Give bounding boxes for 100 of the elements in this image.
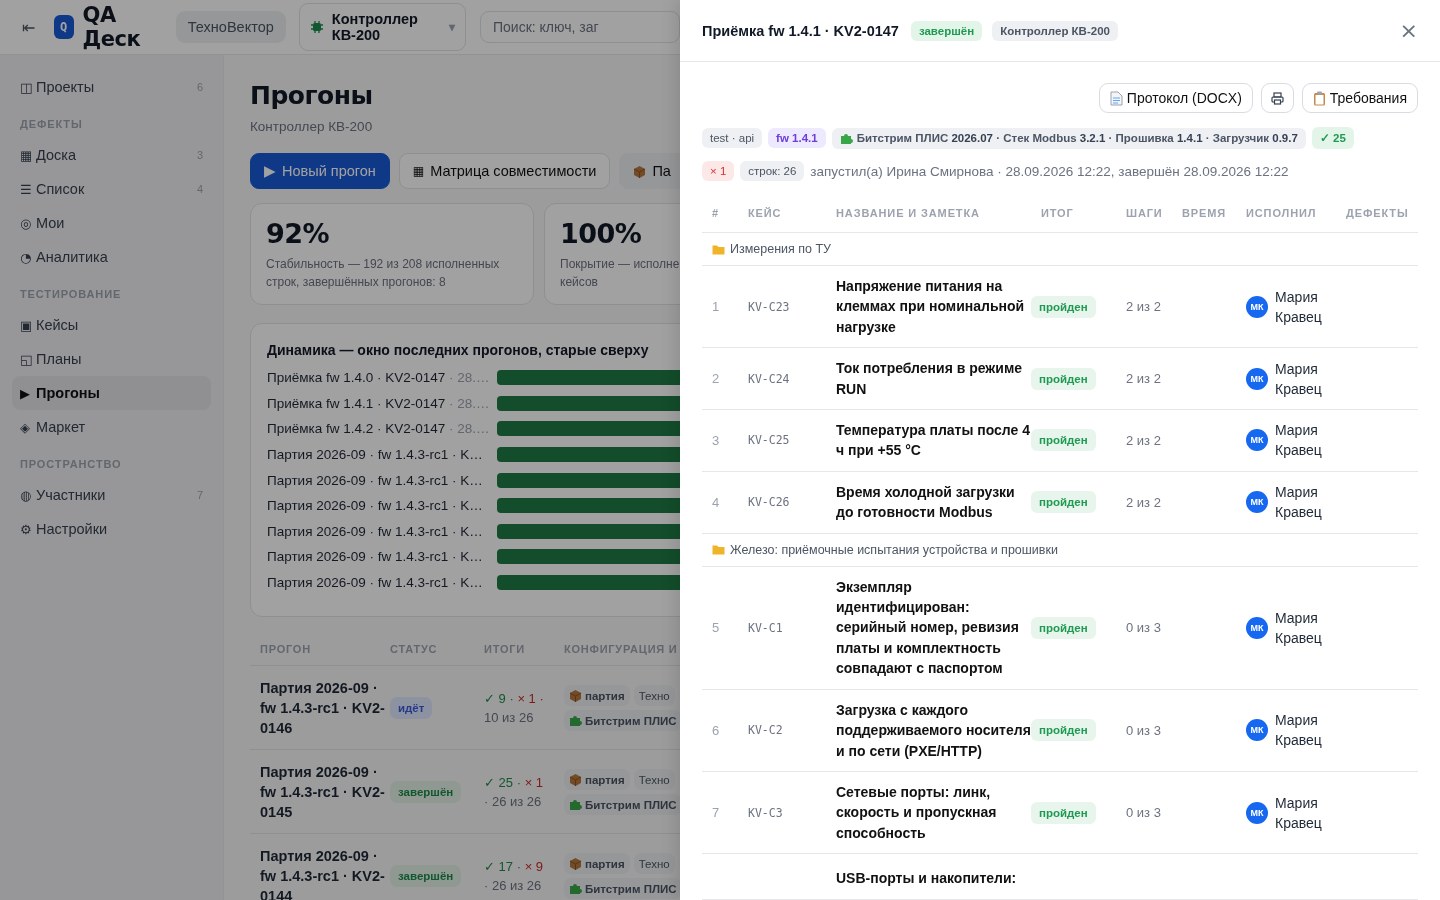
config-tag: Битстрим ПЛИС bbox=[564, 794, 680, 815]
column-header: ДЕФЕКТЫ bbox=[1345, 207, 1410, 219]
nav-item[interactable]: ◎ Мои bbox=[12, 206, 211, 240]
case-name[interactable]: USB-порты и накопители: bbox=[826, 868, 1031, 889]
result-badge: пройден bbox=[1031, 491, 1096, 514]
trend-title: Динамика — окно последних прогонов, старые сверху bbox=[267, 342, 649, 358]
version-tag: fw 1.4.1 bbox=[768, 128, 826, 148]
executor-name: Мария Кравец bbox=[1275, 711, 1323, 751]
column-header: НАЗВАНИЕ И ЗАМЕТКА bbox=[835, 207, 981, 219]
collapse-button[interactable]: ⇤ bbox=[22, 17, 54, 37]
group-row[interactable]: Железо: приёмочные испытания устройства и прошивки bbox=[702, 533, 1418, 567]
result-badge: пройден bbox=[1031, 367, 1096, 390]
group-row[interactable]: Измерения по ТУ bbox=[702, 233, 1418, 266]
executor-name: Мария Кравец bbox=[1275, 359, 1323, 399]
steps-count: 2 из 2 bbox=[1125, 299, 1162, 315]
case-name[interactable]: Загрузка с каждого поддерживаемого носителя и по сети (PXE/HTTP) bbox=[826, 699, 1031, 761]
column-header: КОНФИГУРАЦИЯ И bbox=[564, 643, 679, 655]
nav-item[interactable]: ⚙ Настройки bbox=[12, 512, 211, 546]
config-tag: Техно bbox=[633, 769, 675, 790]
steps-count: 0 из 3 bbox=[1125, 722, 1162, 738]
config-tag: Битстрим ПЛИС 2026.07 · Стек Modbus 3.2.1 · Прошивка 1.4.1 · Загрузчик 0.9.7 bbox=[831, 127, 1306, 149]
avatar: МК bbox=[1246, 801, 1268, 824]
info-tag: test · api bbox=[702, 128, 763, 148]
close-button[interactable]: × bbox=[1399, 19, 1418, 42]
run-label: Партия 2026-09 · fw 1.4.3-rc1 · K… bbox=[267, 498, 484, 514]
workspace-button[interactable]: ТехноВектор bbox=[175, 11, 286, 43]
case-key[interactable]: KV-C24 bbox=[738, 371, 826, 386]
case-key[interactable]: KV-C26 bbox=[738, 495, 826, 510]
case-key[interactable]: KV-C1 bbox=[738, 620, 826, 635]
info-tag: строк: 26 bbox=[740, 161, 805, 181]
nav-item[interactable]: ▣ Кейсы bbox=[12, 308, 211, 342]
column-header: КЕЙС bbox=[747, 207, 783, 219]
config-tag: Битстрим ПЛИС bbox=[564, 878, 680, 899]
drawer-title: Приёмка fw 1.4.1 · KV2-0147 bbox=[702, 22, 899, 39]
case-name[interactable]: Температура платы после 4 ч при +55 °C bbox=[826, 420, 1031, 461]
run-label: Партия 2026-09 · fw 1.4.3-rc1 · K… bbox=[267, 575, 484, 591]
puzzle-icon bbox=[839, 131, 853, 145]
column-header: ШАГИ bbox=[1125, 207, 1164, 219]
case-name[interactable]: Сетевые порты: линк, скорость и пропускная способность bbox=[826, 781, 1031, 844]
box-icon bbox=[633, 164, 647, 178]
failed-count: × 1 bbox=[702, 161, 735, 181]
result-badge: пройден bbox=[1031, 719, 1096, 742]
result-badge: пройден bbox=[1031, 429, 1096, 452]
steps-count: 2 из 2 bbox=[1125, 371, 1162, 387]
nav-item[interactable]: ◱ Планы bbox=[12, 342, 211, 376]
nav-item[interactable]: ▶ Прогоны bbox=[12, 376, 211, 410]
case-name[interactable]: Время холодной загрузки до готовности Modbus bbox=[826, 481, 1031, 523]
case-name[interactable]: Ток потребления в режиме RUN bbox=[826, 358, 1031, 400]
box-icon bbox=[569, 857, 582, 870]
results-text: ✓ 25 · × 1 · 26 из 26 bbox=[484, 774, 545, 811]
avatar: МК bbox=[1246, 429, 1268, 452]
stat-caption: Стабильность — 192 из 208 исполненных строк, завершённых прогонов: 8 bbox=[266, 256, 500, 291]
config-tag: партия bbox=[564, 853, 630, 874]
new-run-button[interactable]: ▶ Новый прогон bbox=[250, 153, 390, 189]
executor-name: Мария Кравец bbox=[1275, 287, 1323, 327]
config-tag: Техно bbox=[633, 853, 675, 874]
document-icon bbox=[1109, 90, 1123, 106]
protocol-button[interactable]: Протокол (DOCX) bbox=[1098, 83, 1253, 113]
avatar: МК bbox=[1246, 719, 1268, 742]
project-select[interactable]: Контроллер КВ-200 ▾ bbox=[298, 3, 466, 51]
case-name[interactable]: Напряжение питания на клеммах при номинальной нагрузке bbox=[826, 276, 1031, 338]
case-key[interactable]: KV-C2 bbox=[738, 723, 826, 738]
page-subtitle: Контроллер КВ-200 bbox=[250, 119, 373, 134]
run-label: Партия 2026-09 · fw 1.4.3-rc1 · K… bbox=[267, 549, 484, 565]
puzzle-icon bbox=[569, 714, 582, 727]
run-name[interactable]: Партия 2026-09 · fw 1.4.3-rc1 · KV2-0145 bbox=[260, 762, 390, 822]
avatar: МК bbox=[1246, 491, 1268, 514]
column-header: ИСПОЛНИЛ bbox=[1245, 207, 1318, 219]
app-logo: Q bbox=[53, 15, 74, 39]
status-badge: завершён bbox=[390, 865, 462, 887]
nav-item[interactable]: ◔ Аналитика bbox=[12, 240, 211, 274]
steps-count: 0 из 3 bbox=[1125, 620, 1162, 636]
row-number: 1 bbox=[711, 299, 721, 315]
requirements-button[interactable]: Требования bbox=[1301, 83, 1418, 113]
search-field[interactable]: Поиск: ключ, заг bbox=[480, 11, 680, 43]
config-tag: партия bbox=[564, 769, 630, 790]
nav-item[interactable]: ◈ Маркет bbox=[12, 410, 211, 444]
puzzle-icon bbox=[569, 882, 582, 895]
matrix-button[interactable]: ▦ Матрица совместимости bbox=[398, 153, 611, 189]
config-tag: Техно bbox=[633, 685, 675, 706]
run-label: Приёмка fw 1.4.2 · KV2-0147 · 28.… bbox=[267, 421, 491, 437]
case-key[interactable]: KV-C3 bbox=[738, 805, 826, 820]
case-key[interactable]: KV-C23 bbox=[738, 299, 826, 314]
page-title: Прогоны bbox=[250, 81, 373, 110]
avatar: МК bbox=[1246, 367, 1268, 390]
case-key[interactable]: KV-C25 bbox=[738, 433, 826, 448]
printer-icon bbox=[1270, 91, 1284, 105]
column-header: ПРОГОН bbox=[260, 643, 312, 655]
run-label: Партия 2026-09 · fw 1.4.3-rc1 · K… bbox=[267, 447, 484, 463]
steps-count: 2 из 2 bbox=[1125, 494, 1162, 510]
avatar: МК bbox=[1246, 616, 1268, 639]
package-button[interactable]: Па bbox=[619, 153, 680, 189]
print-button[interactable] bbox=[1260, 83, 1294, 113]
case-name[interactable]: Экземпляр идентифицирован: серийный номер, ревизия платы и комплектность совпадают с паспортом bbox=[826, 576, 1031, 679]
column-header: ИТОГИ bbox=[484, 643, 526, 655]
run-label: Партия 2026-09 · fw 1.4.3-rc1 · K… bbox=[267, 523, 484, 539]
run-name[interactable]: Партия 2026-09 · fw 1.4.3-rc1 · KV2-0146 bbox=[260, 678, 390, 738]
config-tag: партия bbox=[564, 685, 630, 706]
box-icon bbox=[569, 773, 582, 786]
folder-icon bbox=[712, 544, 725, 556]
